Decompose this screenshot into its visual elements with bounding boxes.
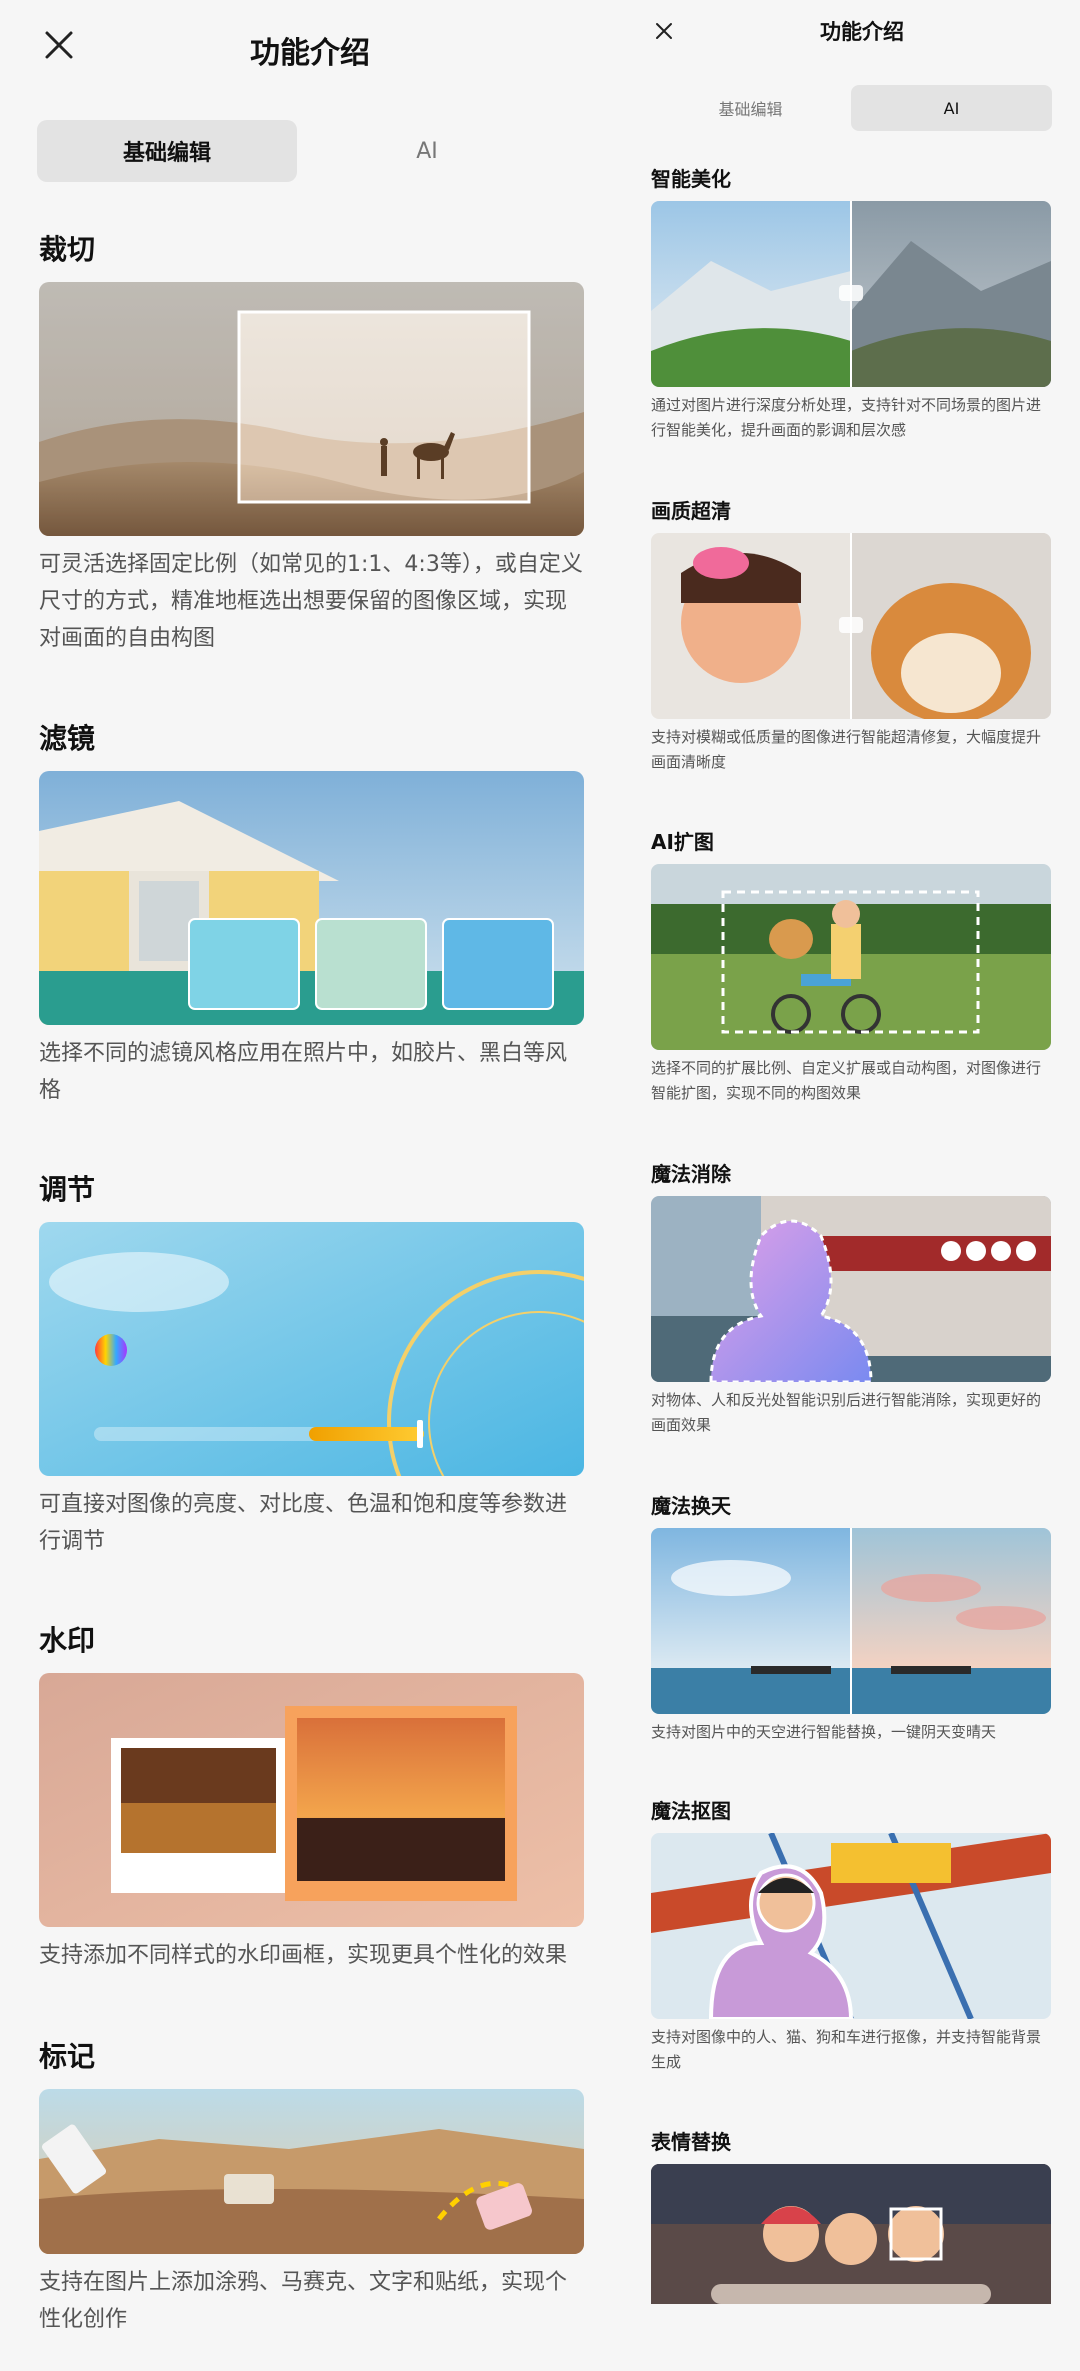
section-expression-swap: 表情替换 (651, 2126, 1051, 2304)
section-description: 支持对图像中的人、猫、狗和车进行抠像，并支持智能背景生成 (651, 2028, 1042, 2071)
page-title: 功能介绍 (820, 20, 904, 44)
section-title: 智能美化 (651, 167, 731, 191)
section-crop: 裁切 可灵活选择固定比例（如常见的1:1、4:3等），或自定义尺寸的方式，精准地… (39, 228, 584, 657)
section-title: 标记 (39, 2040, 96, 2073)
section-description: 选择不同的滤镜风格应用在照片中，如胶片、黑白等风格 (39, 1041, 568, 1103)
section-title: 表情替换 (651, 2130, 731, 2154)
tab-label: AI (943, 98, 960, 118)
tab-label: AI (416, 138, 438, 164)
section-description: 选择不同的扩展比例、自定义扩展或自动构图，对图像进行智能扩图，实现不同的构图效果 (651, 1059, 1042, 1102)
section-magic-erase: 魔法消除 对物体、人和反光处智能识别后进行智能消除，实现更好的画面效果 (651, 1158, 1051, 1438)
smart-beautify-image (651, 201, 1051, 387)
section-title: 调节 (39, 1173, 96, 1206)
section-description: 通过对图片进行深度分析处理，支持针对不同场景的图片进行智能美化，提升画面的影调和… (651, 396, 1042, 439)
section-title: 水印 (39, 1624, 96, 1657)
section-description: 对物体、人和反光处智能识别后进行智能消除，实现更好的画面效果 (651, 1391, 1042, 1434)
section-title: 魔法抠图 (651, 1799, 731, 1823)
section-title: AI扩图 (651, 830, 714, 854)
section-filter: 滤镜 选择不同的滤镜风格应用在照片中，如胶片、黑白等风格 (39, 717, 584, 1109)
adjust-preview-image (39, 1222, 584, 1476)
tab-ai[interactable]: AI (297, 120, 557, 182)
section-magic-cutout: 魔法抠图 支持对图像中的人、猫、狗和车进行抠像，并支持智能背景生成 (651, 1795, 1051, 2075)
tab-label: 基础编辑 (122, 141, 211, 166)
section-description: 支持在图片上添加涂鸦、马赛克、文字和贴纸，实现个性化创作 (39, 2270, 568, 2332)
section-watermark: 水印 支持添加不同样式的水印画框，实现更具个性化的效果 (39, 1619, 584, 1974)
tab-basic-edit[interactable]: 基础编辑 (37, 120, 297, 182)
markup-preview-image (39, 2089, 584, 2254)
expression-swap-image (651, 2164, 1051, 2304)
section-description: 支持添加不同样式的水印画框，实现更具个性化的效果 (39, 1943, 568, 1968)
super-resolution-image (651, 533, 1051, 719)
tab-ai[interactable]: AI (851, 85, 1052, 131)
tab-bar: 基础编辑 AI (650, 85, 1052, 131)
section-adjust: 调节 可直接对图像的亮度、对比度、色温和饱和度等参数进行调节 (39, 1168, 584, 1560)
crop-preview-image (39, 282, 584, 536)
section-ai-expand: AI扩图 选择不同的扩展比例、自定义扩展或自动构图，对图像进行智能扩图，实现不同… (651, 826, 1051, 1106)
ai-expand-image (651, 864, 1051, 1050)
section-description: 支持对图片中的天空进行智能替换，一键阴天变晴天 (651, 1723, 997, 1741)
page-title: 功能介绍 (250, 36, 370, 71)
tab-bar: 基础编辑 AI (37, 120, 557, 182)
section-title: 画质超清 (651, 499, 731, 523)
section-title: 魔法消除 (651, 1162, 731, 1186)
section-sky-replace: 魔法换天 支持对图片中的天空进行智能替换，一键阴天变晴天 (651, 1490, 1051, 1745)
section-description: 可灵活选择固定比例（如常见的1:1、4:3等），或自定义尺寸的方式，精准地框选出… (39, 552, 583, 651)
watermark-preview-image (39, 1673, 584, 1927)
magic-cutout-image (651, 1833, 1051, 2019)
section-markup: 标记 支持在图片上添加涂鸦、马赛克、文字和贴纸，实现个性化创作 (39, 2035, 584, 2338)
section-title: 滤镜 (39, 722, 96, 755)
tab-basic-edit[interactable]: 基础编辑 (650, 85, 851, 131)
section-description: 可直接对图像的亮度、对比度、色温和饱和度等参数进行调节 (39, 1492, 568, 1554)
section-super-resolution: 画质超清 支持对模糊或低质量的图像进行智能超清修复，大幅度提升画面清晰度 (651, 495, 1051, 775)
sky-replace-image (651, 1528, 1051, 1714)
section-title: 魔法换天 (651, 1494, 731, 1518)
section-smart-beautify: 智能美化 通过对图片进行深度分析处理，支持针对不同场景的图片进行智能美化，提升画… (651, 163, 1051, 443)
filter-preview-image (39, 771, 584, 1025)
section-description: 支持对模糊或低质量的图像进行智能超清修复，大幅度提升画面清晰度 (651, 728, 1042, 771)
section-title: 裁切 (39, 233, 96, 266)
magic-erase-image (651, 1196, 1051, 1382)
tab-label: 基础编辑 (718, 100, 783, 119)
